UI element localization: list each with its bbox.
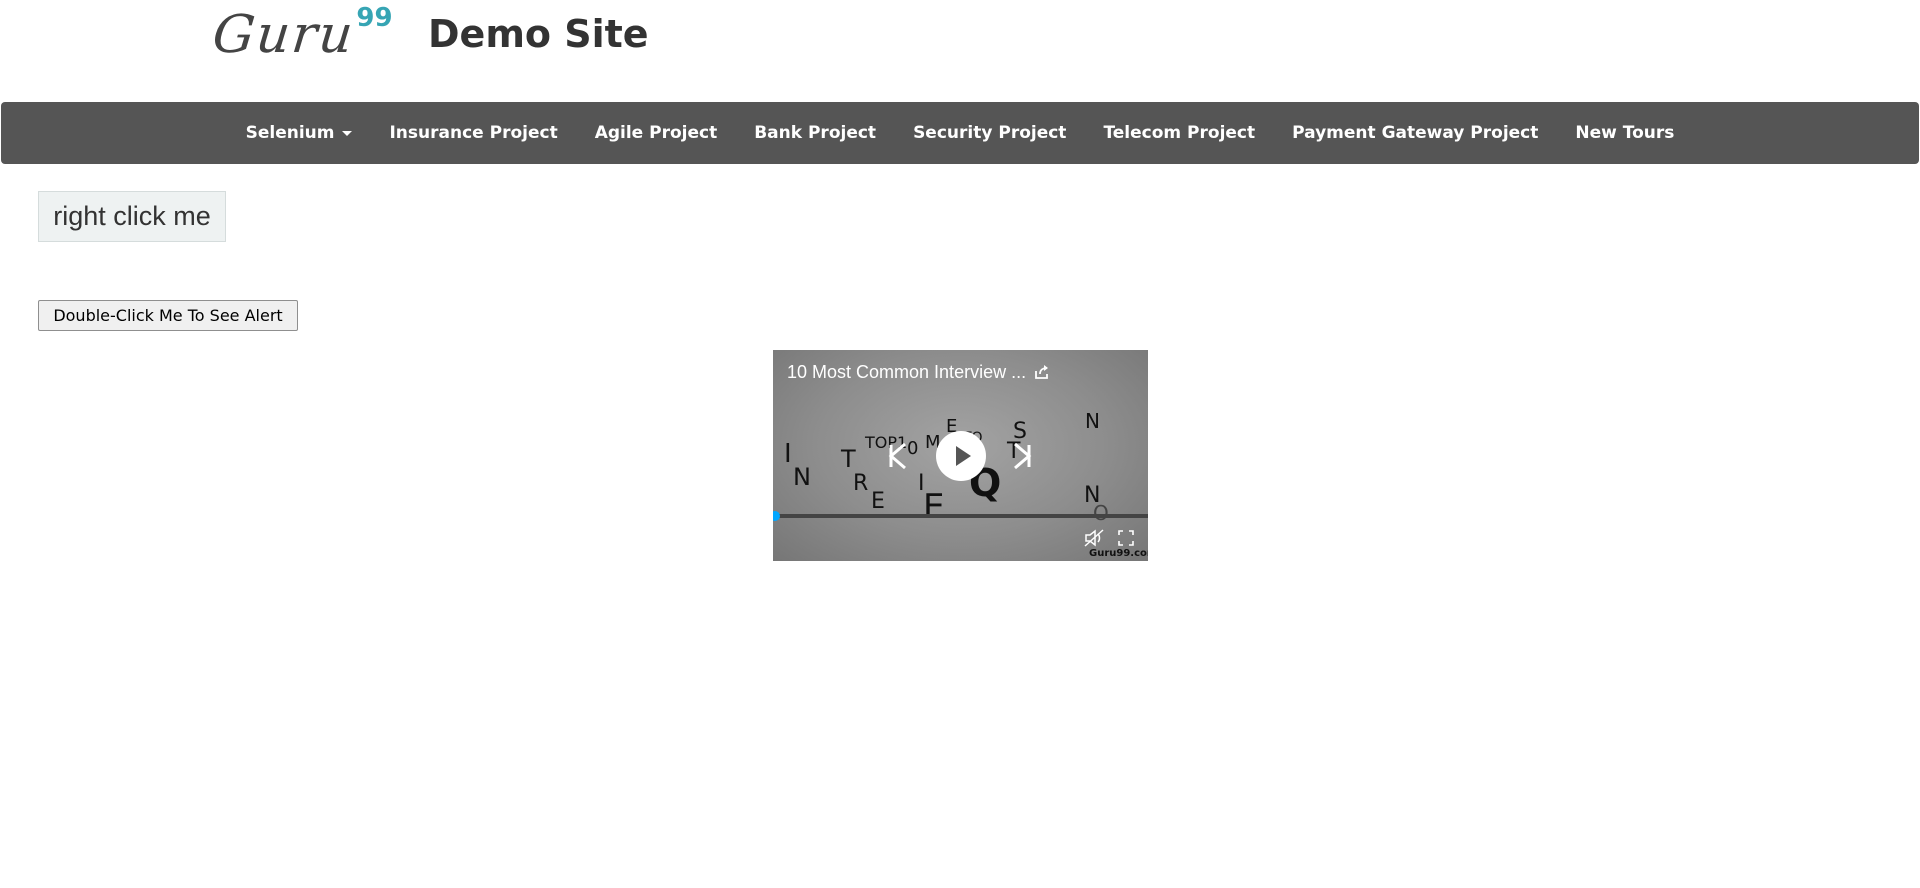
skip-next-icon[interactable] <box>1011 442 1033 470</box>
nav-item-label: Selenium <box>245 123 335 143</box>
video-title[interactable]: 10 Most Common Interview ... <box>787 362 1026 383</box>
mute-icon[interactable] <box>1084 529 1104 547</box>
nav-item-insurance-project[interactable]: Insurance Project <box>371 102 576 164</box>
caret-down-icon <box>342 130 353 136</box>
logo-text: Guru <box>209 5 358 65</box>
share-icon[interactable] <box>1033 363 1051 381</box>
play-icon[interactable] <box>936 431 986 481</box>
nav-item-new-tours[interactable]: New Tours <box>1557 102 1693 164</box>
site-header: Guru 99 Demo Site <box>0 0 1920 102</box>
guru99-logo[interactable]: Guru 99 <box>209 3 393 66</box>
thumbnail-letter: R <box>853 471 868 496</box>
thumbnail-letter: O <box>1093 501 1109 525</box>
nav-item-security-project[interactable]: Security Project <box>895 102 1085 164</box>
main-navbar: Selenium Insurance Project Agile Project… <box>1 102 1919 164</box>
double-click-button[interactable]: Double-Click Me To See Alert <box>38 300 298 331</box>
right-click-button[interactable]: right click me <box>38 191 226 242</box>
nav-item-payment-gateway-project[interactable]: Payment Gateway Project <box>1274 102 1557 164</box>
page-title: Demo Site <box>428 12 649 56</box>
logo-superscript: 99 <box>356 3 393 33</box>
thumbnail-letter: E <box>871 489 885 514</box>
thumbnail-letter: N <box>1085 409 1100 433</box>
skip-previous-icon[interactable] <box>887 442 909 470</box>
thumbnail-letter: N <box>793 463 811 491</box>
nav-item-selenium[interactable]: Selenium <box>227 102 371 164</box>
fullscreen-icon[interactable] <box>1118 530 1134 546</box>
video-watermark: Guru99.com <box>1089 548 1148 559</box>
nav-item-agile-project[interactable]: Agile Project <box>576 102 736 164</box>
thumbnail-letter: I <box>784 439 792 469</box>
nav-item-bank-project[interactable]: Bank Project <box>736 102 895 164</box>
thumbnail-letter: E <box>923 487 944 527</box>
video-progress-bar[interactable] <box>773 511 1148 521</box>
video-player[interactable]: I N T R E I E TOP1 0 M E TO S T Q N N O … <box>773 350 1148 561</box>
nav-item-telecom-project[interactable]: Telecom Project <box>1085 102 1274 164</box>
thumbnail-letter: T <box>840 445 856 473</box>
